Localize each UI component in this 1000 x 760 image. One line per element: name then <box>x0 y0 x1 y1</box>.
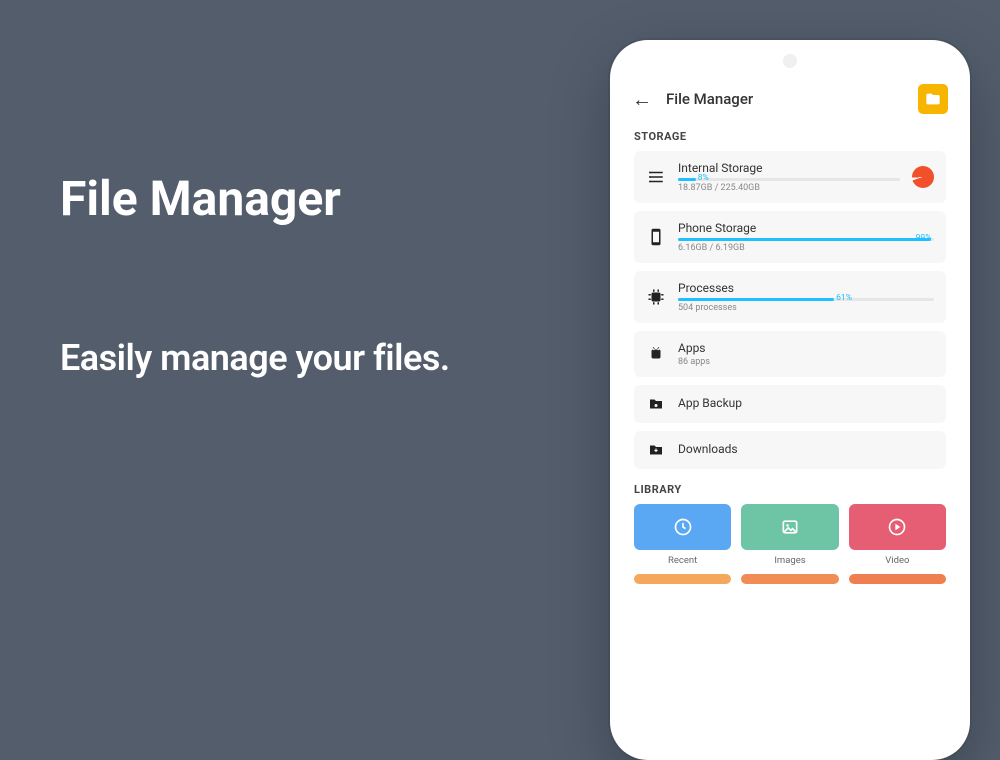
storage-item-processes[interactable]: Processes 61% 504 processes <box>634 271 946 323</box>
folder-icon <box>925 91 941 107</box>
library-item[interactable] <box>634 574 731 584</box>
download-icon <box>646 441 666 459</box>
storage-item-internal[interactable]: Internal Storage 8% 18.87GB / 225.40GB <box>634 151 946 203</box>
phone-icon <box>646 228 666 246</box>
folder-button[interactable] <box>918 84 948 114</box>
storage-item-apps[interactable]: Apps 86 apps <box>634 331 946 377</box>
camera-cutout <box>783 54 797 68</box>
library-item[interactable] <box>849 574 946 584</box>
app-bar: ← File Manager <box>618 74 962 122</box>
item-sub: 18.87GB / 225.40GB <box>678 183 900 193</box>
library-label: Images <box>774 555 805 566</box>
cpu-icon <box>646 288 666 306</box>
clock-icon <box>673 517 693 537</box>
hero-subtitle: Easily manage your files. <box>60 337 580 379</box>
appbar-title: File Manager <box>666 90 904 108</box>
item-sub: 504 processes <box>678 303 934 313</box>
hero-copy: File Manager Easily manage your files. <box>60 170 580 379</box>
hero-title: File Manager <box>60 170 580 227</box>
percent-label: 99% <box>916 233 932 243</box>
library-section-label: LIBRARY <box>634 483 946 496</box>
item-name: Internal Storage <box>678 161 900 175</box>
library-item-images[interactable]: Images <box>741 504 838 566</box>
progress-bar: 8% <box>678 178 900 181</box>
app-screen: ← File Manager STORAGE Internal Storage … <box>618 74 962 752</box>
item-name: Processes <box>678 281 934 295</box>
percent-label: 8% <box>698 173 709 183</box>
storage-item-downloads[interactable]: Downloads <box>634 431 946 469</box>
percent-label: 61% <box>836 293 852 303</box>
android-icon <box>646 345 666 363</box>
library-label: Video <box>885 555 909 566</box>
item-name: Downloads <box>678 442 934 456</box>
back-icon[interactable]: ← <box>632 87 652 112</box>
progress-bar: 61% <box>678 298 934 301</box>
phone-mockup: ← File Manager STORAGE Internal Storage … <box>610 40 970 760</box>
item-sub: 86 apps <box>678 357 934 367</box>
storage-section-label: STORAGE <box>634 130 946 143</box>
content-area: STORAGE Internal Storage 8% 18.87GB / 22… <box>618 122 962 752</box>
image-icon <box>780 517 800 537</box>
library-item-recent[interactable]: Recent <box>634 504 731 566</box>
storage-item-backup[interactable]: App Backup <box>634 385 946 423</box>
backup-icon <box>646 395 666 413</box>
item-name: App Backup <box>678 396 934 410</box>
progress-bar: 99% <box>678 238 934 241</box>
item-name: Apps <box>678 341 934 355</box>
library-label: Recent <box>668 555 697 566</box>
pie-chart-icon[interactable] <box>912 166 934 188</box>
item-sub: 6.16GB / 6.19GB <box>678 243 934 253</box>
play-icon <box>887 517 907 537</box>
library-item-video[interactable]: Video <box>849 504 946 566</box>
item-name: Phone Storage <box>678 221 934 235</box>
library-item[interactable] <box>741 574 838 584</box>
storage-item-phone[interactable]: Phone Storage 99% 6.16GB / 6.19GB <box>634 211 946 263</box>
storage-icon <box>646 168 666 186</box>
